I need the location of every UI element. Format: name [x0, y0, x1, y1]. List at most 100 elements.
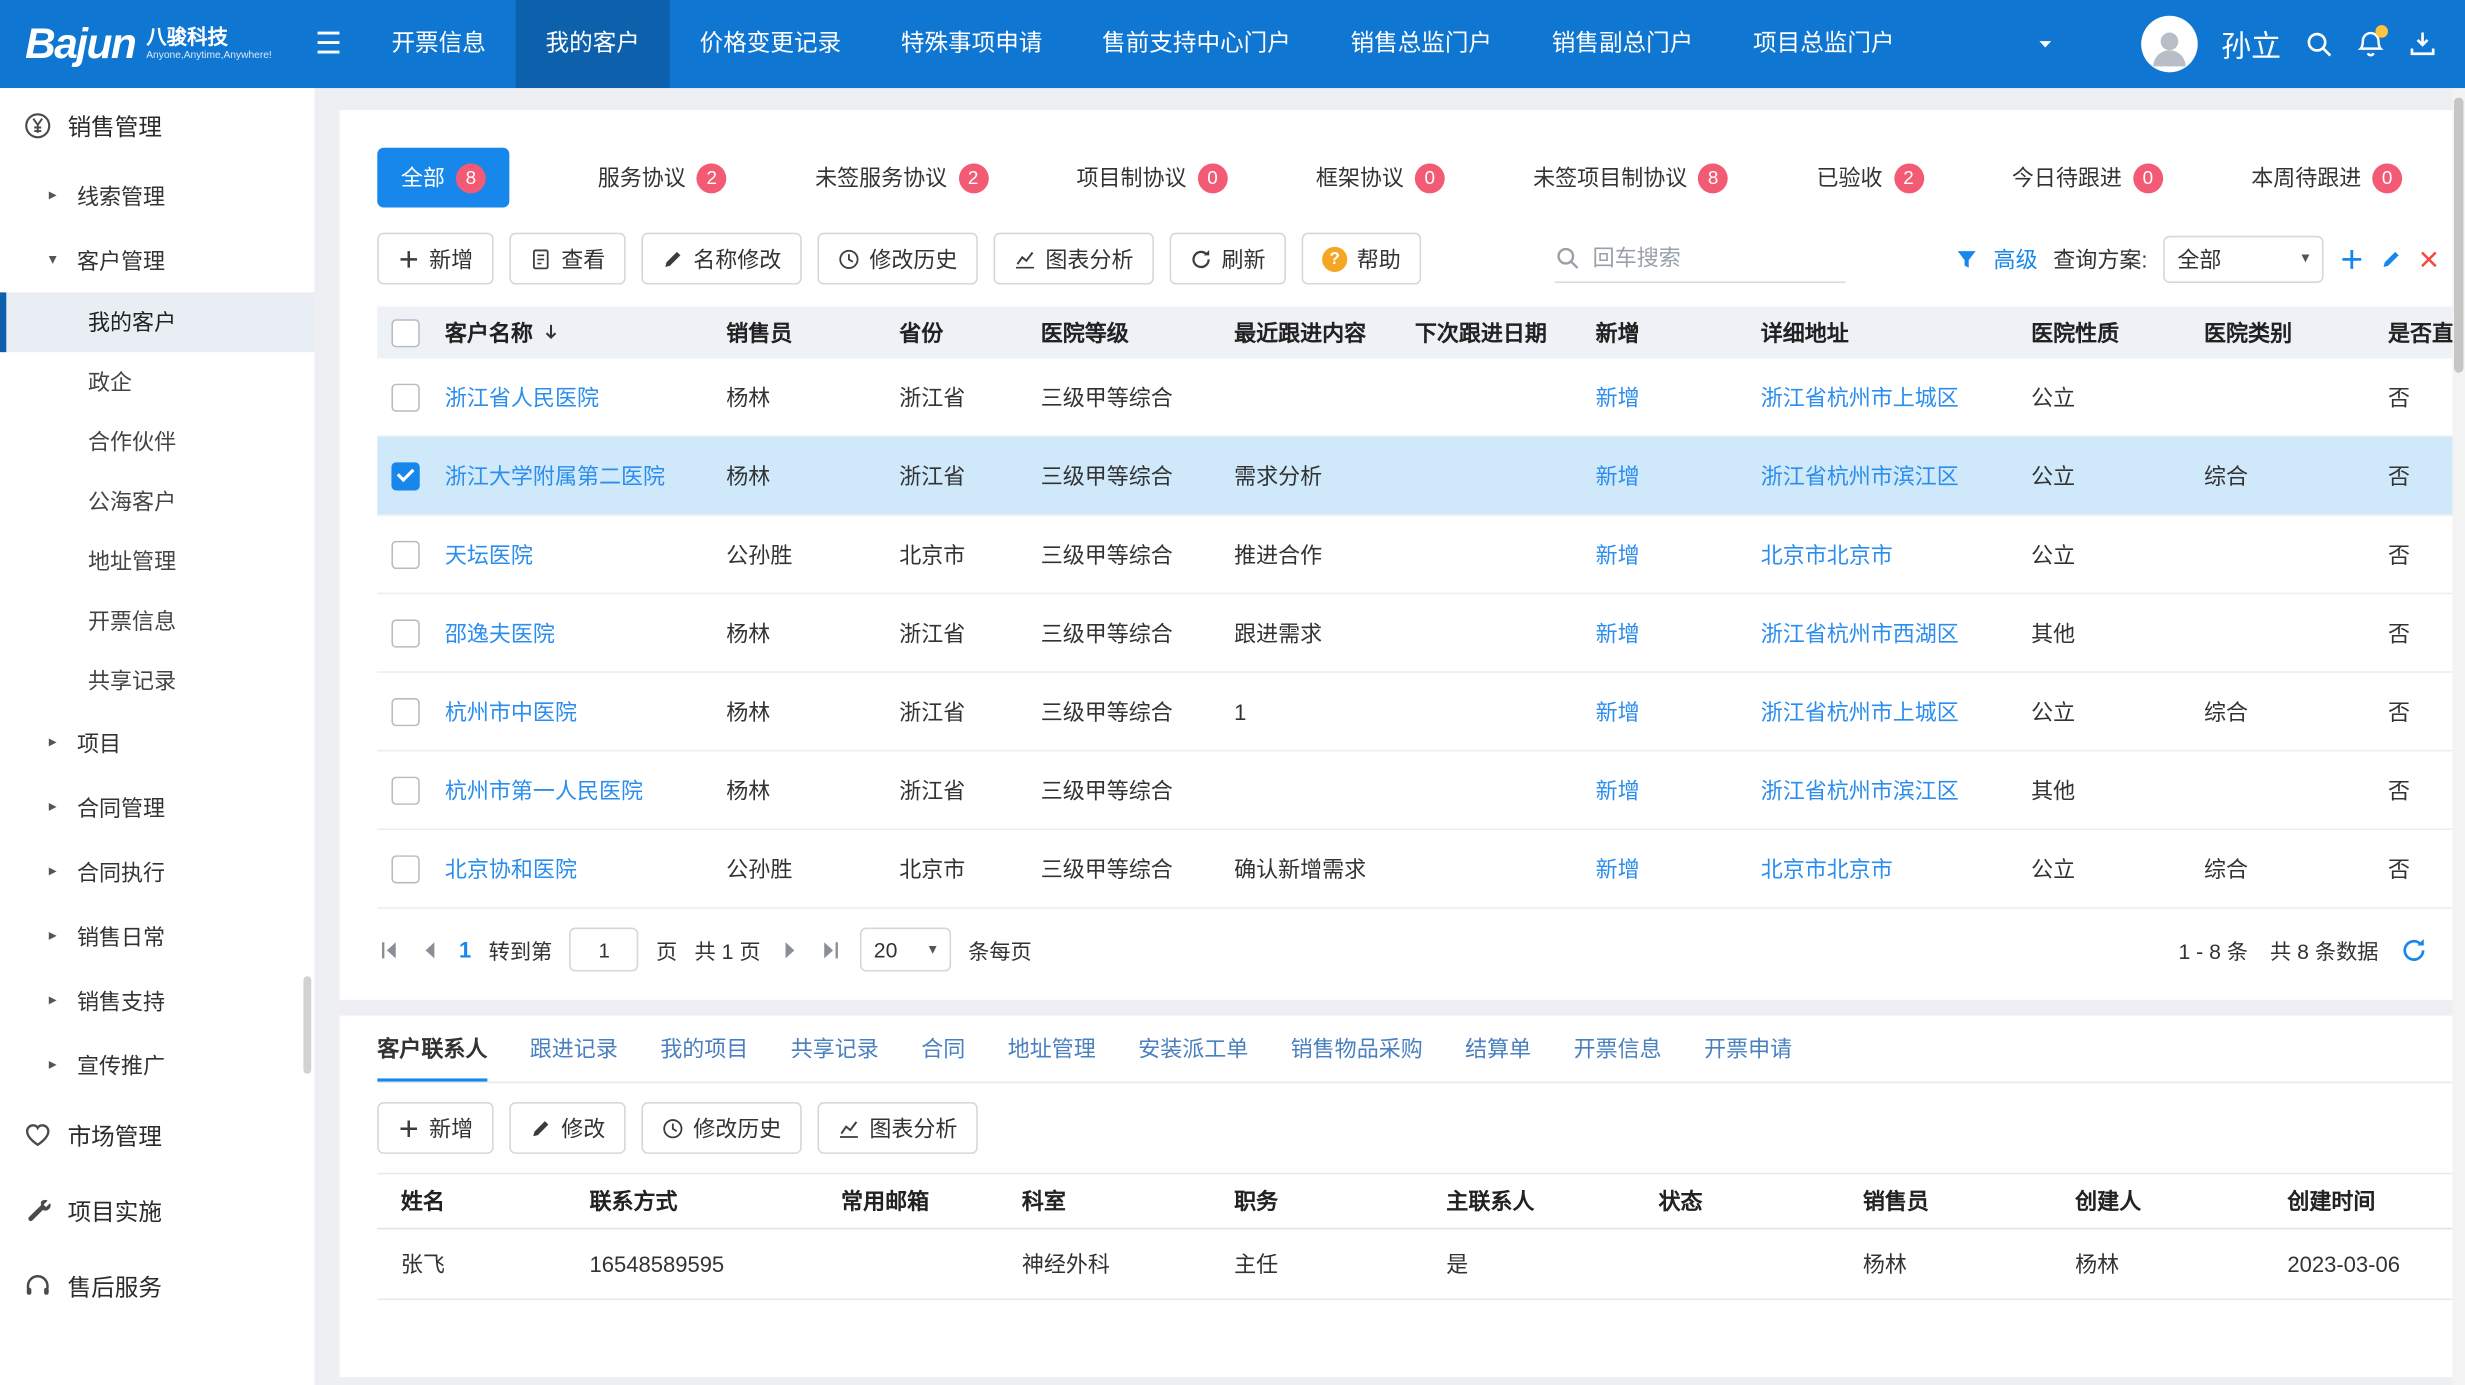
filter-tab-framework-agreement[interactable]: 框架协议0	[1316, 162, 1445, 193]
detail-tab-installation-orders[interactable]: 安装派工单	[1138, 1016, 1248, 1082]
cell-customer-name[interactable]: 杭州市中医院	[434, 696, 715, 727]
detail-tab-invoicing-info[interactable]: 开票信息	[1574, 1016, 1662, 1082]
sidebar-item-sales-management[interactable]: 销售管理	[0, 88, 314, 163]
filter-tab-unsigned-service-agreement[interactable]: 未签服务协议2	[815, 162, 988, 193]
filter-funnel-icon[interactable]	[1956, 248, 1978, 270]
detail-tab-settlements[interactable]: 结算单	[1465, 1016, 1531, 1082]
sidebar-item-my-customers[interactable]: 我的客户	[0, 292, 314, 352]
edit-contact-button[interactable]: 修改	[509, 1102, 625, 1154]
cell-add[interactable]: 新增	[1585, 774, 1750, 805]
add-scheme-icon[interactable]	[2339, 246, 2364, 271]
add-button[interactable]: 新增	[377, 233, 493, 285]
cell-add[interactable]: 新增	[1585, 617, 1750, 648]
column-header-salesperson[interactable]: 销售员	[715, 317, 888, 348]
query-scheme-select[interactable]: 全部 ▾	[2163, 235, 2323, 282]
sidebar-item-project-implementation[interactable]: 项目实施	[0, 1173, 314, 1248]
next-page-button[interactable]	[778, 938, 802, 962]
row-checkbox[interactable]	[391, 697, 419, 725]
help-button[interactable]: ?帮助	[1302, 233, 1421, 285]
cell-address[interactable]: 浙江省杭州市滨江区	[1750, 774, 2020, 805]
sidebar-item-public-pool-customers[interactable]: 公海客户	[0, 472, 314, 532]
rename-button[interactable]: 名称修改	[641, 233, 801, 285]
sidebar-item-customer-management[interactable]: ▾客户管理	[0, 228, 314, 292]
row-checkbox[interactable]	[391, 461, 419, 489]
table-row[interactable]: 杭州市中医院杨林浙江省三级甲等综合1新增浙江省杭州市上城区公立综合否	[377, 673, 2465, 752]
avatar[interactable]	[2141, 16, 2198, 73]
sidebar-item-promotion[interactable]: ▸宣传推广	[0, 1033, 314, 1097]
column-header-hospital-nature[interactable]: 医院性质	[2020, 317, 2193, 348]
detail-tab-shared-records[interactable]: 共享记录	[791, 1016, 879, 1082]
cell-address[interactable]: 北京市北京市	[1750, 538, 2020, 569]
download-icon[interactable]	[2408, 30, 2436, 58]
nav-item-price-change-records[interactable]: 价格变更记录	[670, 0, 871, 88]
page-size-select[interactable]: 20 ▾	[860, 928, 951, 972]
cell-address[interactable]: 浙江省杭州市西湖区	[1750, 617, 2020, 648]
advanced-search-link[interactable]: 高级	[1994, 243, 2038, 274]
cell-address[interactable]: 浙江省杭州市上城区	[1750, 696, 2020, 727]
table-row[interactable]: 浙江大学附属第二医院杨林浙江省三级甲等综合需求分析新增浙江省杭州市滨江区公立综合…	[377, 437, 2465, 516]
sidebar-item-invoicing-info[interactable]: 开票信息	[0, 591, 314, 651]
first-page-button[interactable]	[377, 938, 401, 962]
filter-tab-today-followup[interactable]: 今日待跟进0	[2012, 162, 2163, 193]
page-scrollbar[interactable]	[2454, 97, 2463, 372]
filter-tab-project-agreement[interactable]: 项目制协议0	[1076, 162, 1227, 193]
detail-tab-sales-item-purchases[interactable]: 销售物品采购	[1291, 1016, 1423, 1082]
last-page-button[interactable]	[819, 938, 843, 962]
cell-customer-name[interactable]: 北京协和医院	[434, 853, 715, 884]
sidebar-item-leads-management[interactable]: ▸线索管理	[0, 163, 314, 227]
cell-address[interactable]: 浙江省杭州市上城区	[1750, 381, 2020, 412]
refresh-list-icon[interactable]	[2401, 936, 2428, 963]
contact-row[interactable]: 张飞16548589595神经外科主任是杨林杨林2023-03-06	[377, 1229, 2465, 1300]
sidebar-item-sales-daily[interactable]: ▸销售日常	[0, 904, 314, 968]
detail-tab-followup-records[interactable]: 跟进记录	[530, 1016, 618, 1082]
cell-address[interactable]: 北京市北京市	[1750, 853, 2020, 884]
detail-tab-contacts[interactable]: 客户联系人	[377, 1016, 487, 1082]
filter-tab-week-followup[interactable]: 本周待跟进0	[2251, 162, 2402, 193]
sidebar-scrollbar[interactable]	[303, 976, 311, 1073]
column-header-add[interactable]: 新增	[1585, 317, 1750, 348]
cell-add[interactable]: 新增	[1585, 853, 1750, 884]
cell-customer-name[interactable]: 天坛医院	[434, 538, 715, 569]
sidebar-item-gov-enterprise[interactable]: 政企	[0, 352, 314, 412]
filter-tab-accepted[interactable]: 已验收2	[1817, 162, 1924, 193]
table-row[interactable]: 北京协和医院公孙胜北京市三级甲等综合确认新增需求新增北京市北京市公立综合否	[377, 830, 2465, 909]
sidebar-item-contract-execution[interactable]: ▸合同执行	[0, 839, 314, 903]
select-all-checkbox[interactable]	[391, 318, 419, 346]
search-icon[interactable]	[2305, 30, 2333, 58]
nav-item-my-customers[interactable]: 我的客户	[516, 0, 670, 88]
sidebar-item-partners[interactable]: 合作伙伴	[0, 412, 314, 472]
row-checkbox[interactable]	[391, 776, 419, 804]
cell-add[interactable]: 新增	[1585, 696, 1750, 727]
column-header-customer-name[interactable]: 客户名称	[434, 317, 715, 348]
nav-item-project-director-portal[interactable]: 项目总监门户	[1723, 0, 1924, 88]
sidebar-item-sales-support[interactable]: ▸销售支持	[0, 968, 314, 1032]
sidebar-item-after-sales-service[interactable]: 售后服务	[0, 1248, 314, 1323]
username[interactable]: 孙立	[2221, 23, 2281, 65]
table-row[interactable]: 邵逸夫医院杨林浙江省三级甲等综合跟进需求新增浙江省杭州市西湖区其他否	[377, 594, 2465, 673]
view-button[interactable]: 查看	[509, 233, 625, 285]
sidebar-item-shared-records[interactable]: 共享记录	[0, 651, 314, 711]
goto-page-input[interactable]	[570, 928, 639, 972]
column-header-hospital-grade[interactable]: 医院等级	[1030, 317, 1223, 348]
sidebar-item-contract-management[interactable]: ▸合同管理	[0, 775, 314, 839]
chart-analysis-button[interactable]: 图表分析	[994, 233, 1154, 285]
sidebar-item-address-management[interactable]: 地址管理	[0, 531, 314, 591]
search-input[interactable]	[1590, 244, 1824, 272]
cell-address[interactable]: 浙江省杭州市滨江区	[1750, 460, 2020, 491]
row-checkbox[interactable]	[391, 619, 419, 647]
detail-tab-my-projects[interactable]: 我的项目	[660, 1016, 748, 1082]
row-checkbox[interactable]	[391, 540, 419, 568]
cell-customer-name[interactable]: 邵逸夫医院	[434, 617, 715, 648]
sort-desc-icon[interactable]	[541, 322, 561, 342]
row-checkbox[interactable]	[391, 854, 419, 882]
column-header-province[interactable]: 省份	[888, 317, 1029, 348]
column-header-address[interactable]: 详细地址	[1750, 317, 2020, 348]
row-checkbox[interactable]	[391, 383, 419, 411]
filter-tab-service-agreement[interactable]: 服务协议2	[598, 162, 727, 193]
filter-tab-unsigned-project-agreement[interactable]: 未签项目制协议8	[1533, 162, 1728, 193]
cell-customer-name[interactable]: 杭州市第一人民医院	[434, 774, 715, 805]
sidebar-item-projects[interactable]: ▸项目	[0, 711, 314, 775]
table-row[interactable]: 杭州市第一人民医院杨林浙江省三级甲等综合新增浙江省杭州市滨江区其他否	[377, 751, 2465, 830]
nav-item-sales-director-portal[interactable]: 销售总监门户	[1321, 0, 1522, 88]
modify-history-button[interactable]: 修改历史	[817, 233, 977, 285]
